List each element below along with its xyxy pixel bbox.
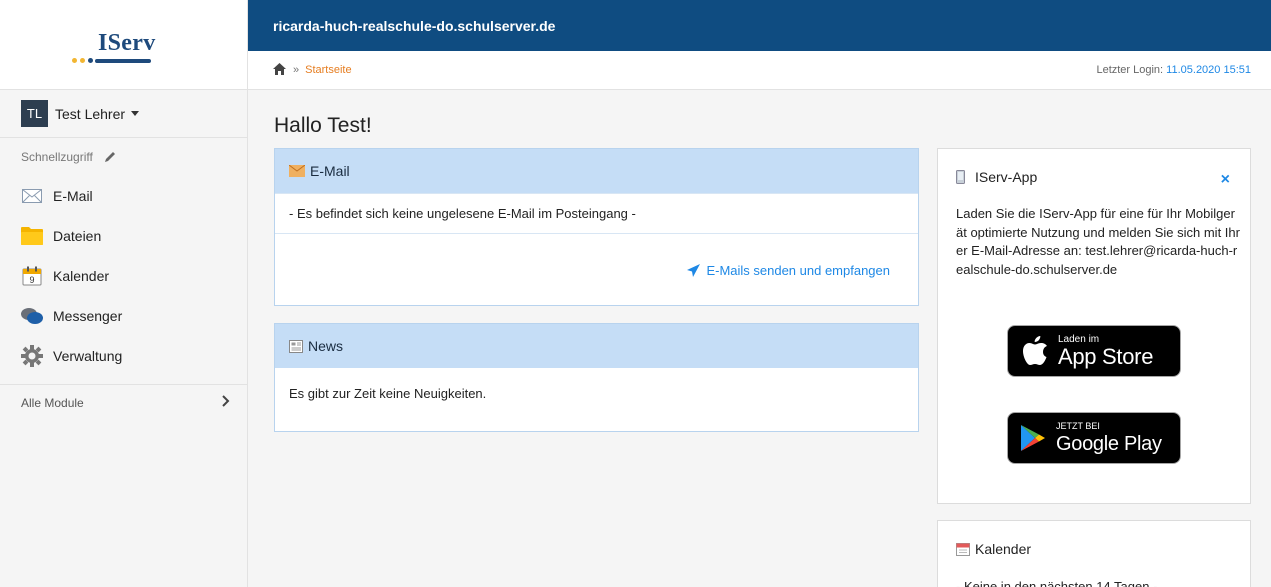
- sidebar-item-label: Messenger: [53, 308, 123, 324]
- sidebar-item-label: Verwaltung: [53, 348, 123, 364]
- phone-icon: [956, 170, 965, 184]
- envelope-icon: [289, 165, 305, 177]
- calendar-card: Kalender - Keine in den nächsten 14 Tage…: [937, 520, 1251, 587]
- logo-underline: [95, 59, 151, 63]
- news-panel-header: News: [275, 324, 918, 368]
- svg-text:9: 9: [29, 275, 34, 285]
- sidebar-item-label: Kalender: [53, 268, 110, 284]
- mail-icon: [21, 186, 43, 206]
- logo[interactable]: IServ: [0, 0, 247, 90]
- calendar-card-text: - Keine in den nächsten 14 Tagen -: [956, 579, 1158, 587]
- calendar-icon: 9: [21, 266, 43, 286]
- last-login-value: 11.05.2020 15:51: [1166, 64, 1251, 76]
- folder-icon: [21, 226, 43, 246]
- app-store-big-text: App Store: [1058, 343, 1154, 369]
- news-panel-title: News: [308, 338, 344, 354]
- calendar-icon: [956, 542, 970, 556]
- email-panel-title: E-Mail: [310, 163, 350, 179]
- paper-plane-icon: [687, 264, 701, 277]
- caret-down-icon: [131, 111, 140, 116]
- app-card-text: Laden Sie die IServ-App für eine für Ihr…: [956, 206, 1240, 277]
- app-store-small-text: Laden im: [1058, 333, 1100, 345]
- pencil-icon[interactable]: [103, 150, 117, 164]
- chevron-right-icon: [222, 395, 230, 410]
- user-menu[interactable]: TL Test Lehrer: [0, 90, 247, 138]
- breadcrumb: » Startseite Letzter Login: 11.05.2020 1…: [248, 51, 1271, 90]
- sidebar-item-label: E-Mail: [53, 188, 93, 204]
- quick-access-header: Schnellzugriff: [0, 138, 247, 176]
- sidebar-item-label: Dateien: [53, 228, 102, 244]
- close-icon[interactable]: ×: [1221, 171, 1230, 189]
- all-modules-link[interactable]: Alle Module: [0, 384, 247, 420]
- calendar-card-header: Kalender: [956, 541, 1031, 557]
- sidebar-item-messenger[interactable]: Messenger: [0, 296, 247, 336]
- send-receive-emails-link[interactable]: E-Mails senden und empfangen: [275, 233, 918, 307]
- gear-icon: [21, 345, 43, 367]
- newspaper-icon: [289, 339, 303, 353]
- sidebar-item-files[interactable]: Dateien: [0, 216, 247, 256]
- news-panel: News Es gibt zur Zeit keine Neuigkeiten.: [274, 323, 919, 432]
- logo-dots: [72, 58, 93, 63]
- sidebar: IServ TL Test Lehrer Schnellzugriff E-Ma…: [0, 0, 248, 587]
- app-card: IServ-App × Laden Sie die IServ-App für …: [937, 148, 1251, 504]
- user-name: Test Lehrer: [55, 105, 126, 122]
- quick-access-label: Schnellzugriff: [21, 150, 93, 164]
- top-bar: ricarda-huch-realschule-do.schulserver.d…: [248, 0, 1271, 51]
- email-panel-header: E-Mail: [275, 149, 918, 193]
- news-panel-message: Es gibt zur Zeit keine Neuigkeiten.: [289, 386, 487, 401]
- breadcrumb-separator: »: [293, 64, 300, 76]
- breadcrumb-startseite[interactable]: Startseite: [305, 64, 351, 76]
- google-play-big-text: Google Play: [1056, 432, 1162, 455]
- send-receive-label: E-Mails senden und empfangen: [706, 263, 890, 278]
- apple-icon: [1022, 336, 1048, 366]
- logo-text: IServ: [98, 30, 156, 56]
- app-card-header: IServ-App: [956, 169, 1037, 185]
- chat-icon: [21, 306, 43, 326]
- avatar: TL: [21, 100, 48, 127]
- last-login-label: Letzter Login:: [1096, 64, 1164, 76]
- sidebar-item-email[interactable]: E-Mail: [0, 176, 247, 216]
- all-modules-label: Alle Module: [21, 395, 84, 410]
- email-panel: E-Mail - Es befindet sich keine ungelese…: [274, 148, 919, 306]
- last-login: Letzter Login: 11.05.2020 15:51: [1096, 64, 1251, 76]
- home-icon[interactable]: [273, 62, 286, 78]
- google-play-icon: [1020, 424, 1046, 452]
- sidebar-item-admin[interactable]: Verwaltung: [0, 336, 247, 376]
- app-card-title: IServ-App: [975, 169, 1038, 185]
- google-play-small-text: JETZT BEI: [1056, 420, 1100, 431]
- google-play-button[interactable]: JETZT BEI Google Play: [1007, 412, 1181, 464]
- page-title: Hallo Test!: [274, 114, 372, 137]
- email-panel-message: - Es befindet sich keine ungelesene E-Ma…: [275, 193, 918, 233]
- server-domain: ricarda-huch-realschule-do.schulserver.d…: [273, 17, 556, 34]
- app-store-button[interactable]: Laden im App Store: [1007, 325, 1181, 377]
- calendar-card-title: Kalender: [975, 541, 1032, 557]
- sidebar-item-calendar[interactable]: 9 Kalender: [0, 256, 247, 296]
